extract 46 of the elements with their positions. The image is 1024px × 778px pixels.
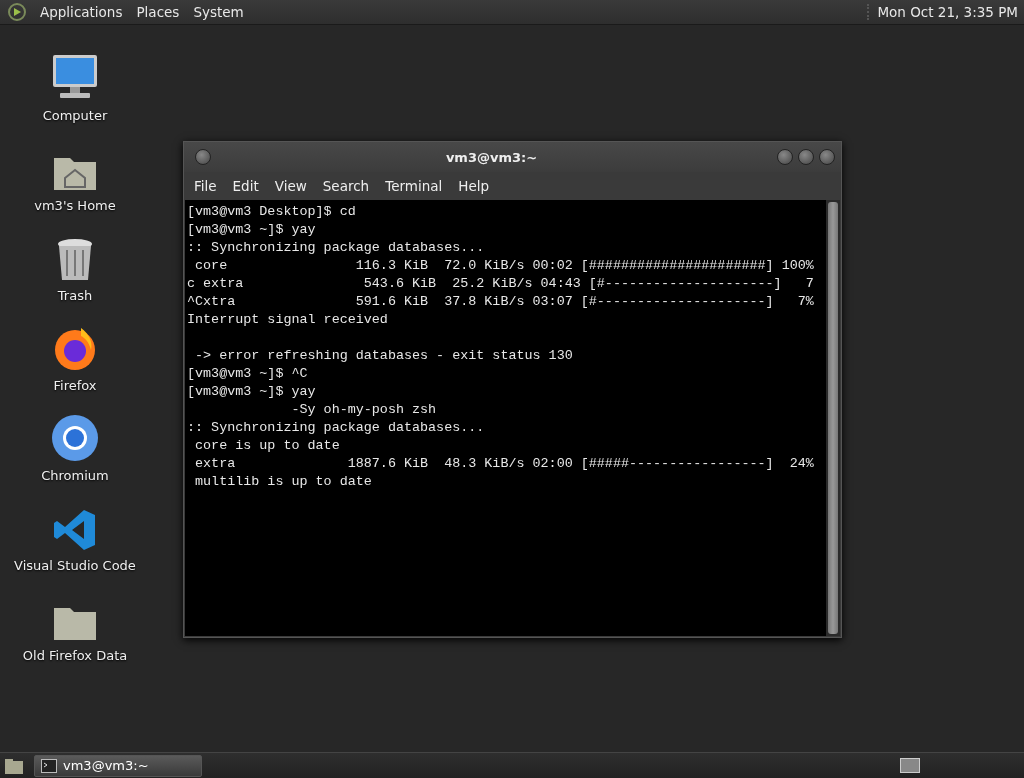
close-button[interactable] xyxy=(819,149,835,165)
distro-logo-icon xyxy=(8,3,26,21)
terminal-line: :: Synchronizing package databases... xyxy=(187,419,486,437)
workspace-switcher[interactable] xyxy=(900,758,920,773)
terminal-line: [vm3@vm3 ~]$ yay xyxy=(187,221,317,239)
desktop-icon-label[interactable]: Firefox xyxy=(53,378,97,393)
chromium-icon xyxy=(51,414,99,462)
desktop-icon-label[interactable]: Old Firefox Data xyxy=(22,648,128,663)
menu-item[interactable]: Help xyxy=(450,174,498,198)
menu-item[interactable]: File xyxy=(186,174,225,198)
desktop-icon-label[interactable]: Trash xyxy=(57,288,93,303)
terminal-line: extra 1887.6 KiB 48.3 KiB/s 02:00 [#####-----------------] 24% xyxy=(194,455,815,473)
terminal-line: core is up to date xyxy=(194,437,341,455)
code-editor-icon xyxy=(53,508,97,552)
maximize-button[interactable] xyxy=(798,149,814,165)
terminal-line: c extra 543.6 KiB 25.2 KiB/s 04:43 [#---------------------] 7 xyxy=(187,275,815,293)
menu-item[interactable]: Search xyxy=(314,174,378,198)
terminal-line: multilib is up to date xyxy=(194,473,373,491)
terminal-line: core 116.3 KiB 72.0 KiB/s 00:02 [######################] 100% xyxy=(194,257,815,275)
terminal-line: ^Cxtra 591.6 KiB 37.8 KiB/s 03:07 [#---------------------] 7% xyxy=(187,293,815,311)
window-menu-button[interactable] xyxy=(195,149,211,165)
terminal-line: -Sy oh-my-posh zsh xyxy=(290,401,438,419)
clock[interactable]: Mon Oct 21, 3:35 PM xyxy=(867,4,1018,20)
panel-menu[interactable]: Places xyxy=(136,4,180,20)
terminal-line: :: Synchronizing package databases... xyxy=(187,239,486,257)
menu-item[interactable]: View xyxy=(266,174,315,198)
desktop-icon-label[interactable]: Computer xyxy=(42,108,108,123)
window-title: vm3@vm3:~ xyxy=(444,149,539,165)
task-button[interactable]: vm3@vm3:~ xyxy=(34,754,202,777)
panel-menu[interactable]: System xyxy=(193,4,244,20)
terminal-line: [vm3@vm3 Desktop]$ cd xyxy=(187,203,357,221)
terminal-line: [vm3@vm3 ~]$ ^C xyxy=(187,365,309,383)
terminal-icon xyxy=(41,758,57,773)
terminal-line: [vm3@vm3 ~]$ yay xyxy=(187,383,317,401)
show-desktop-icon[interactable] xyxy=(4,756,24,775)
panel-menu[interactable]: Applications xyxy=(40,4,123,20)
scrollbar[interactable] xyxy=(826,200,840,636)
terminal-line: Interrupt signal received xyxy=(187,311,389,329)
trash-icon xyxy=(56,238,94,282)
menu-item[interactable]: Edit xyxy=(224,174,267,198)
desktop-icon-label[interactable]: vm3's Home xyxy=(34,198,116,213)
terminal-line: -> error refreshing databases - exit status 130 xyxy=(194,347,574,365)
desktop-icon-label[interactable]: Chromium xyxy=(41,468,109,483)
minimize-button[interactable] xyxy=(777,149,793,165)
menu-item[interactable]: Terminal xyxy=(377,174,451,198)
desktop-icon-label[interactable]: Visual Studio Code xyxy=(14,558,136,573)
